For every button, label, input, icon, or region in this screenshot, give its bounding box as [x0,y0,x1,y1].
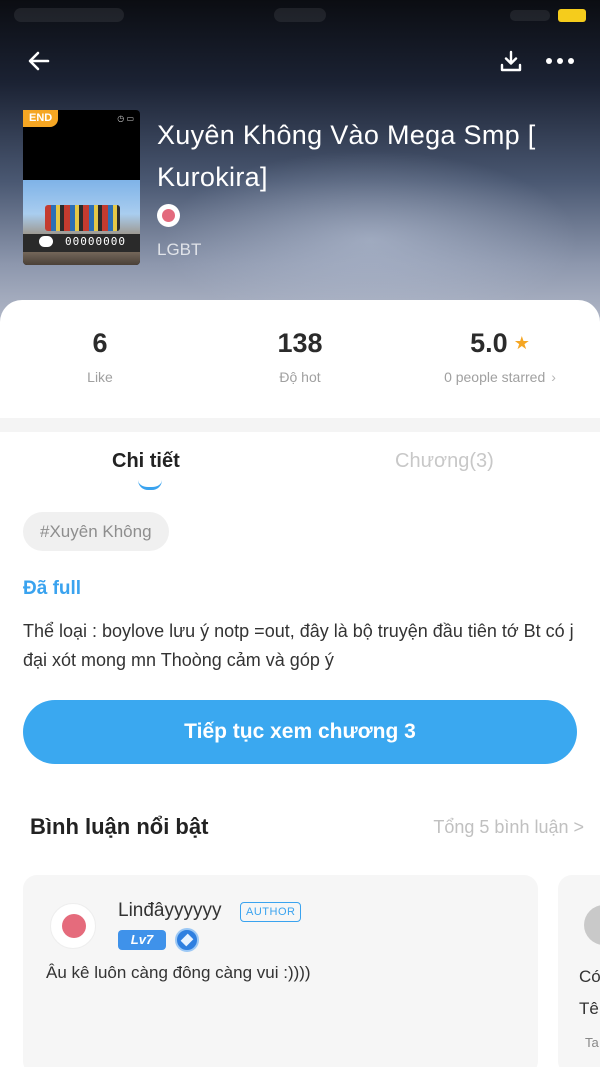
chevron-right-icon: › [551,369,556,385]
stats-panel: 6 Like 138 Độ hot 5.0 ★ 0 people starred › [0,300,600,418]
book-header: ◷ ▭ 00000000 END Xuyên Không Vào Mega Sm… [0,0,600,330]
cover-counter: 00000000 [65,235,126,248]
tag-chip[interactable]: #Xuyên Không [23,512,169,551]
comments-total-link[interactable]: Tổng 5 bình luận > [433,817,584,838]
book-description: Thể loại : boylove lưu ý notp =out, đây … [23,621,574,670]
clock [274,8,326,22]
comment-meta: Ta [585,1035,599,1050]
book-title: Xuyên Không Vào Mega Smp [ Kurokira] [157,120,536,192]
likes-stat[interactable]: 6 Like [0,328,200,385]
likes-count: 6 [92,328,108,358]
book-cover[interactable]: ◷ ▭ 00000000 [23,110,140,265]
hot-count: 138 [277,328,323,358]
author-avatar[interactable] [157,204,180,227]
hot-stat: 138 Độ hot [200,328,400,385]
download-icon [500,50,522,72]
more-icon [546,58,574,64]
rating-label: 0 people starred [444,369,546,385]
comment-text-line: Có [579,967,600,986]
end-badge: END [23,110,59,127]
rating-value: 5.0 [470,328,508,358]
battery-icon [558,9,586,22]
rating-stat[interactable]: 5.0 ★ 0 people starred › [400,328,600,385]
avatar[interactable] [584,905,600,945]
avatar[interactable] [50,903,96,949]
back-arrow-icon [28,51,50,71]
star-icon: ★ [513,333,530,353]
more-options-button[interactable] [540,44,580,78]
comment-username[interactable]: Linđâyyyyyy [118,900,222,922]
comments-section: Bình luận nổi bật Tổng 5 bình luận > Lin… [0,797,600,1067]
level-badge: Lv7 [118,930,166,950]
tab-detail[interactable]: Chi tiết [112,450,180,473]
chat-bubble-icon [39,236,53,247]
tab-chapters[interactable]: Chương(3) [395,450,494,473]
back-button[interactable] [22,44,56,78]
book-genre[interactable]: LGBT [157,240,201,260]
comment-card-next[interactable]: Có Tê Ta [558,875,600,1067]
comment-text: Âu kê luôn càng đông càng vui :)))) [46,963,311,982]
cover-characters [45,205,120,231]
tab-active-indicator [138,480,162,490]
cover-corner-icons: ◷ ▭ [117,114,134,123]
comment-text-line: Tê [579,999,599,1018]
battery-percent [510,10,550,21]
status-bar [0,0,600,34]
comment-card[interactable]: Linđâyyyyyy AUTHOR Lv7 Âu kê luôn càng đ… [23,875,538,1067]
hot-label: Độ hot [279,369,321,385]
detail-section: Chi tiết Chương(3) #Xuyên Không Đã full … [0,432,600,797]
continue-reading-button[interactable]: Tiếp tục xem chương 3 [23,700,577,764]
comments-title: Bình luận nổi bật [30,814,209,839]
download-button[interactable] [494,44,528,78]
likes-label: Like [87,369,113,385]
author-badge: AUTHOR [240,902,302,922]
completion-status: Đã full [23,578,82,599]
medal-icon [175,928,199,952]
carrier-signal [14,8,124,22]
